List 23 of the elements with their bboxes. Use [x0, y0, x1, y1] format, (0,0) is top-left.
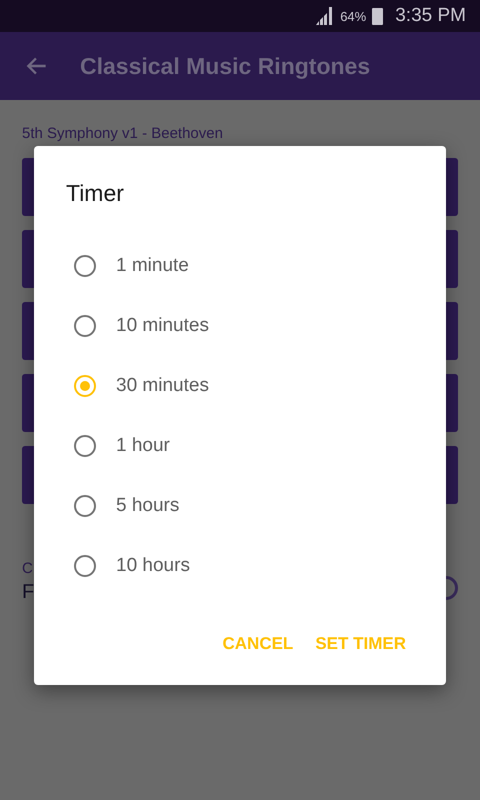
- battery-percent: 64%: [340, 8, 366, 24]
- dialog-button[interactable]: CANCEL: [214, 624, 302, 664]
- signal-icon: [314, 7, 334, 25]
- option-label: 5 hours: [116, 495, 180, 517]
- radio-button[interactable]: [74, 495, 96, 517]
- option-label: 30 minutes: [116, 375, 209, 397]
- setting-value: F: [22, 581, 34, 604]
- dialog-title: Timer: [66, 180, 125, 208]
- battery-icon: [372, 8, 384, 24]
- setting-label: C: [22, 560, 34, 577]
- option-label: 1 hour: [116, 435, 170, 457]
- song-title: 5th Symphony v1 - Beethoven: [22, 124, 224, 144]
- clock: 3:35 PM: [395, 5, 466, 27]
- dialog-button[interactable]: SET TIMER: [307, 624, 414, 664]
- option-label: 10 minutes: [116, 315, 209, 337]
- radio-button[interactable]: [74, 555, 96, 577]
- radio-button[interactable]: [74, 375, 96, 397]
- radio-button[interactable]: [74, 315, 96, 337]
- radio-button[interactable]: [74, 255, 96, 277]
- screen-title: Classical Music Ringtones: [80, 52, 370, 80]
- option-label: 10 hours: [116, 555, 190, 577]
- radio-button[interactable]: [74, 435, 96, 457]
- option-label: 1 minute: [116, 255, 189, 277]
